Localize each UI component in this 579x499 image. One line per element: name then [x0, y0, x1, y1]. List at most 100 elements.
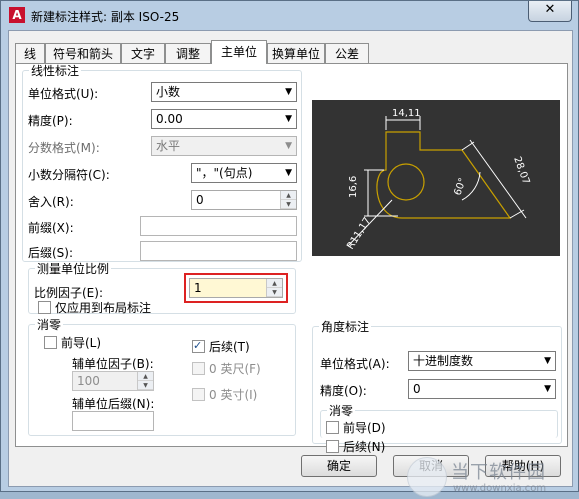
leading-zero-checkbox[interactable]: 前导(L)	[44, 336, 101, 350]
tab-primary-units[interactable]: 主单位	[211, 40, 267, 64]
part-outline	[376, 131, 512, 219]
zero-inch-checkbox[interactable]: 0 英寸(I)	[192, 388, 257, 402]
checkbox-box[interactable]	[326, 440, 339, 453]
checkbox-box[interactable]	[44, 336, 57, 349]
spinner-buttons[interactable]: ▲ ▼	[137, 372, 153, 390]
checkbox-box[interactable]	[192, 339, 205, 353]
prefix-label: 前缀(X):	[28, 221, 74, 235]
unit-format-select[interactable]: 小数 ▼	[151, 82, 297, 102]
precision-value: 0.00	[156, 112, 183, 126]
spin-up-icon[interactable]: ▲	[138, 372, 153, 381]
apply-layout-only-checkbox[interactable]: 仅应用到布局标注	[38, 301, 151, 315]
watermark-text: 当下软件园	[451, 462, 546, 483]
chevron-down-icon: ▼	[544, 384, 551, 394]
window-title: 新建标注样式: 副本 ISO-25	[31, 10, 180, 24]
checkbox-box[interactable]	[192, 388, 205, 401]
angular-leading-zero-checkbox[interactable]: 前导(D)	[326, 421, 386, 435]
preview-drawing: 14,11 16,6 28,07 60° R11,17	[345, 108, 531, 252]
round-off-spinner[interactable]: 0 ▲ ▼	[191, 190, 297, 210]
spin-up-icon[interactable]: ▲	[281, 191, 296, 200]
fraction-format-select[interactable]: 水平 ▼	[151, 136, 297, 156]
watermark: 当下软件园 www.downxia.com	[407, 457, 567, 499]
dim-top-label: 14,11	[392, 108, 421, 119]
sub-unit-suffix-label: 辅单位后缀(N):	[72, 397, 155, 411]
angular-unit-format-select[interactable]: 十进制度数 ▼	[408, 351, 556, 371]
decimal-separator-label: 小数分隔符(C):	[28, 168, 110, 182]
fraction-format-value: 水平	[156, 139, 181, 153]
unit-format-label: 单位格式(U):	[28, 87, 99, 101]
apply-layout-only-label: 仅应用到布局标注	[55, 301, 152, 315]
tab-alternate-units[interactable]: 换算单位	[267, 43, 325, 63]
checkbox-box[interactable]	[38, 301, 51, 314]
angular-precision-value: 0	[413, 382, 421, 396]
close-button[interactable]: ✕	[528, 1, 572, 22]
tab-symbols-arrows[interactable]: 符号和箭头	[45, 43, 121, 63]
primary-units-panel: 线性标注 单位格式(U): 小数 ▼ 精度(P): 0.00 ▼ 分数格式(M): …	[15, 62, 568, 454]
dim-radius-label: R11,17	[345, 216, 373, 252]
dim-right-label: 28,07	[511, 155, 531, 186]
dimension-preview: 14,11 16,6 28,07 60° R11,17	[312, 100, 560, 256]
spin-down-icon[interactable]: ▼	[138, 381, 153, 390]
leading-zero-label: 前导(L)	[61, 336, 102, 350]
angular-precision-label: 精度(O):	[320, 384, 367, 398]
tab-text[interactable]: 文字	[121, 43, 165, 63]
round-off-label: 舍入(R):	[28, 195, 74, 209]
angular-precision-select[interactable]: 0 ▼	[408, 379, 556, 399]
angular-unit-format-value: 十进制度数	[413, 354, 474, 368]
dim-left-label: 16,6	[348, 176, 359, 198]
spinner-buttons[interactable]: ▲ ▼	[280, 191, 296, 209]
decimal-separator-select[interactable]: "，"(句点) ▼	[191, 163, 297, 183]
sub-unit-factor-spinner[interactable]: 100 ▲ ▼	[72, 371, 154, 391]
zero-inch-label: 0 英寸(I)	[209, 388, 258, 402]
linear-group-legend: 线性标注	[31, 64, 80, 78]
angular-trailing-zero-checkbox[interactable]: 后续(N)	[326, 440, 385, 454]
part-hole	[387, 163, 425, 201]
dialog-client: 线 符号和箭头 文字 调整 主单位 换算单位 公差 线性标注 单位格式(U): …	[8, 30, 573, 497]
sub-unit-factor-value: 100	[77, 374, 100, 388]
zero-feet-label: 0 英尺(F)	[209, 362, 261, 376]
zero-feet-checkbox[interactable]: 0 英尺(F)	[192, 362, 261, 376]
chevron-down-icon: ▼	[544, 356, 551, 366]
tab-lines[interactable]: 线	[15, 43, 45, 63]
watermark-logo-icon	[407, 457, 447, 497]
round-off-value: 0	[196, 193, 204, 207]
precision-select[interactable]: 0.00 ▼	[151, 109, 297, 129]
chevron-down-icon: ▼	[285, 114, 292, 124]
suffix-label: 后缀(S):	[28, 246, 74, 260]
dim-angle-label: 60°	[452, 177, 468, 197]
prefix-input[interactable]	[140, 216, 297, 236]
scale-factor-label: 比例因子(E):	[34, 286, 103, 300]
angular-trailing-zero-label: 后续(N)	[343, 440, 386, 454]
spin-up-icon[interactable]: ▲	[267, 279, 282, 288]
sub-unit-suffix-input[interactable]	[72, 411, 154, 431]
chevron-down-icon: ▼	[285, 168, 292, 178]
angular-leading-zero-label: 前导(D)	[343, 421, 386, 435]
scale-factor-spinner[interactable]: 1 ▲ ▼	[189, 278, 283, 298]
dialog-window: A 新建标注样式: 副本 ISO-25 ✕ 线 符号和箭头 文字 调整 主单位 …	[0, 0, 579, 497]
checkbox-box[interactable]	[192, 362, 205, 375]
angular-group-legend: 角度标注	[321, 320, 370, 334]
scale-group-legend: 测量单位比例	[37, 262, 110, 276]
tab-fit[interactable]: 调整	[165, 43, 211, 63]
watermark-url: www.downxia.com	[453, 483, 547, 494]
zero-group-legend: 消零	[37, 318, 62, 332]
trailing-zero-label: 后续(T)	[209, 340, 250, 354]
tab-tolerances[interactable]: 公差	[325, 43, 369, 63]
suffix-input[interactable]	[140, 241, 297, 261]
angular-zero-legend: 消零	[329, 404, 354, 418]
fraction-format-label: 分数格式(M):	[28, 141, 100, 155]
ok-button[interactable]: 确定	[301, 455, 377, 477]
chevron-down-icon: ▼	[285, 87, 292, 97]
spin-down-icon[interactable]: ▼	[267, 288, 282, 297]
scale-factor-value: 1	[194, 281, 202, 295]
sub-unit-factor-label: 辅单位因子(B):	[72, 357, 154, 371]
unit-format-value: 小数	[156, 85, 181, 99]
spin-down-icon[interactable]: ▼	[281, 200, 296, 209]
title-bar[interactable]: A 新建标注样式: 副本 ISO-25 ✕	[1, 1, 578, 29]
checkbox-box[interactable]	[326, 421, 339, 434]
precision-label: 精度(P):	[28, 114, 73, 128]
trailing-zero-checkbox[interactable]: 后续(T)	[192, 339, 250, 354]
spinner-buttons[interactable]: ▲ ▼	[266, 279, 282, 297]
autocad-app-icon: A	[9, 7, 25, 23]
angular-unit-format-label: 单位格式(A):	[320, 357, 390, 371]
